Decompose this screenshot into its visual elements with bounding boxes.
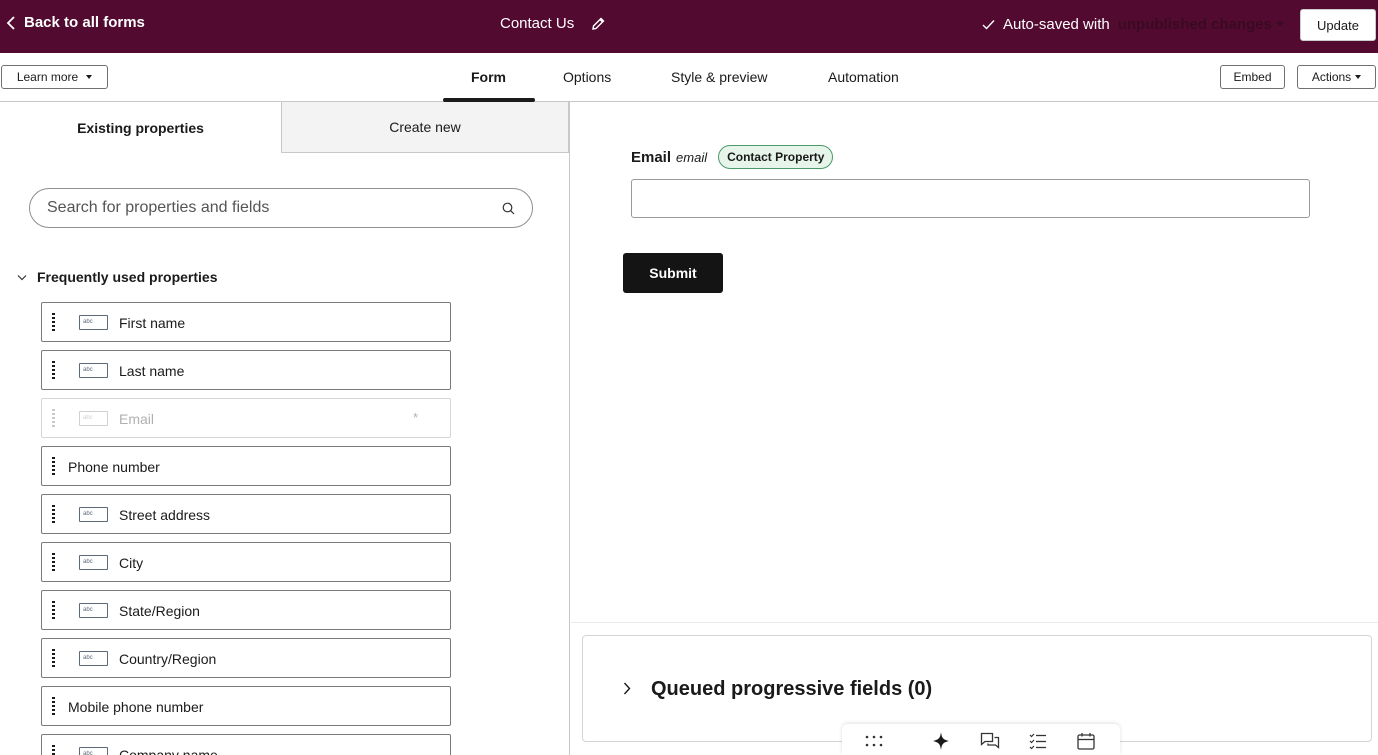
autosave-status: Auto-saved with unpublished changes [982,16,1284,33]
form-editor-canvas: Email email Contact Property Submit [571,103,1378,623]
floating-toolbar [842,724,1120,755]
property-label: City [119,555,144,571]
form-title: Contact Us [500,15,575,32]
frequently-used-section-toggle[interactable]: Frequently used properties [17,269,217,285]
top-bar: Back to all forms Contact Us Auto-saved … [0,0,1378,53]
property-email: abc Email * [41,398,451,438]
form-title-area: Contact Us [500,15,606,32]
property-label: Company name [119,747,218,755]
drag-handle-icon[interactable] [52,505,56,525]
unpublished-changes-dropdown[interactable]: unpublished changes [1118,16,1272,33]
property-phone-number[interactable]: Phone number [41,446,451,486]
sparkle-icon[interactable] [931,732,951,750]
caret-down-icon [1275,22,1284,27]
drag-handle-icon[interactable] [52,361,56,381]
property-label: Email [119,411,155,427]
section-title: Frequently used properties [37,269,218,285]
drag-handle-icon[interactable] [52,745,56,755]
drag-handle-icon[interactable] [52,553,56,573]
update-button[interactable]: Update [1300,9,1376,41]
property-country-region[interactable]: abc Country/Region [41,638,451,678]
text-field-icon: abc [79,411,108,426]
autosave-prefix: Auto-saved with [1003,16,1110,33]
required-asterisk: * [413,410,419,425]
learn-more-button[interactable]: Learn more [1,65,108,89]
drag-handle-icon[interactable] [52,649,56,669]
email-field-label[interactable]: Email email Contact Property [631,145,834,169]
learn-more-label: Learn more [16,70,79,84]
property-first-name[interactable]: abc First name [41,302,451,342]
caret-down-icon [1355,75,1362,79]
chevron-down-icon [17,274,27,280]
tab-style-preview[interactable]: Style & preview [671,69,767,85]
text-field-icon: abc [79,363,108,378]
drag-handle-icon[interactable] [52,313,56,333]
field-internal-name: email [676,149,708,165]
drag-handle-icon[interactable] [52,457,56,477]
property-label: Mobile phone number [68,699,204,715]
property-label: State/Region [119,603,200,619]
embed-label: Embed [1233,70,1272,84]
email-field[interactable] [631,179,1310,218]
property-label: Phone number [68,459,160,475]
property-company-name[interactable]: abc Company name [41,734,451,755]
back-label: Back to all forms [24,14,145,31]
chat-icon[interactable] [980,732,1000,750]
chevron-left-icon [6,15,15,30]
drag-handle-icon[interactable] [52,601,56,621]
property-label: Country/Region [119,651,217,667]
property-street-address[interactable]: abc Street address [41,494,451,534]
submit-button[interactable]: Submit [623,253,723,293]
properties-panel: Existing properties Create new Frequentl… [0,102,570,755]
caret-down-icon [86,75,93,79]
queued-fields-title: Queued progressive fields (0) [651,678,933,700]
search-input[interactable] [47,199,487,217]
text-field-icon: abc [79,747,108,755]
property-label: First name [119,315,186,331]
search-icon[interactable] [502,202,515,215]
text-field-icon: abc [79,507,108,522]
pencil-icon[interactable] [590,16,606,32]
field-name: Email [631,148,672,166]
nav-bar: Learn more Form Options Style & preview … [0,53,1378,102]
property-last-name[interactable]: abc Last name [41,350,451,390]
chevron-right-icon[interactable] [623,682,631,695]
calendar-icon[interactable] [1076,732,1096,750]
property-city[interactable]: abc City [41,542,451,582]
tab-existing-properties[interactable]: Existing properties [0,102,281,153]
checklist-icon[interactable] [1028,732,1048,750]
text-field-icon: abc [79,651,108,666]
tab-options[interactable]: Options [563,69,611,85]
actions-label: Actions [1311,70,1352,84]
property-search [29,188,533,228]
text-field-icon: abc [79,603,108,618]
property-mobile-phone-number[interactable]: Mobile phone number [41,686,451,726]
property-label: Last name [119,363,185,379]
text-field-icon: abc [79,555,108,570]
tab-automation[interactable]: Automation [828,69,899,85]
drag-handle-icon[interactable] [52,697,56,717]
back-to-forms-link[interactable]: Back to all forms [6,14,145,31]
tab-form[interactable]: Form [471,69,506,85]
text-field-icon: abc [79,315,108,330]
actions-button[interactable]: Actions [1297,65,1376,89]
contact-property-badge: Contact Property [718,145,834,169]
property-label: Street address [119,507,211,523]
tab-create-new[interactable]: Create new [281,102,569,153]
property-state-region[interactable]: abc State/Region [41,590,451,630]
embed-button[interactable]: Embed [1220,65,1285,89]
drag-handle-icon [52,409,56,429]
grid-dots-icon[interactable] [864,732,884,750]
checkmark-icon [982,20,995,30]
